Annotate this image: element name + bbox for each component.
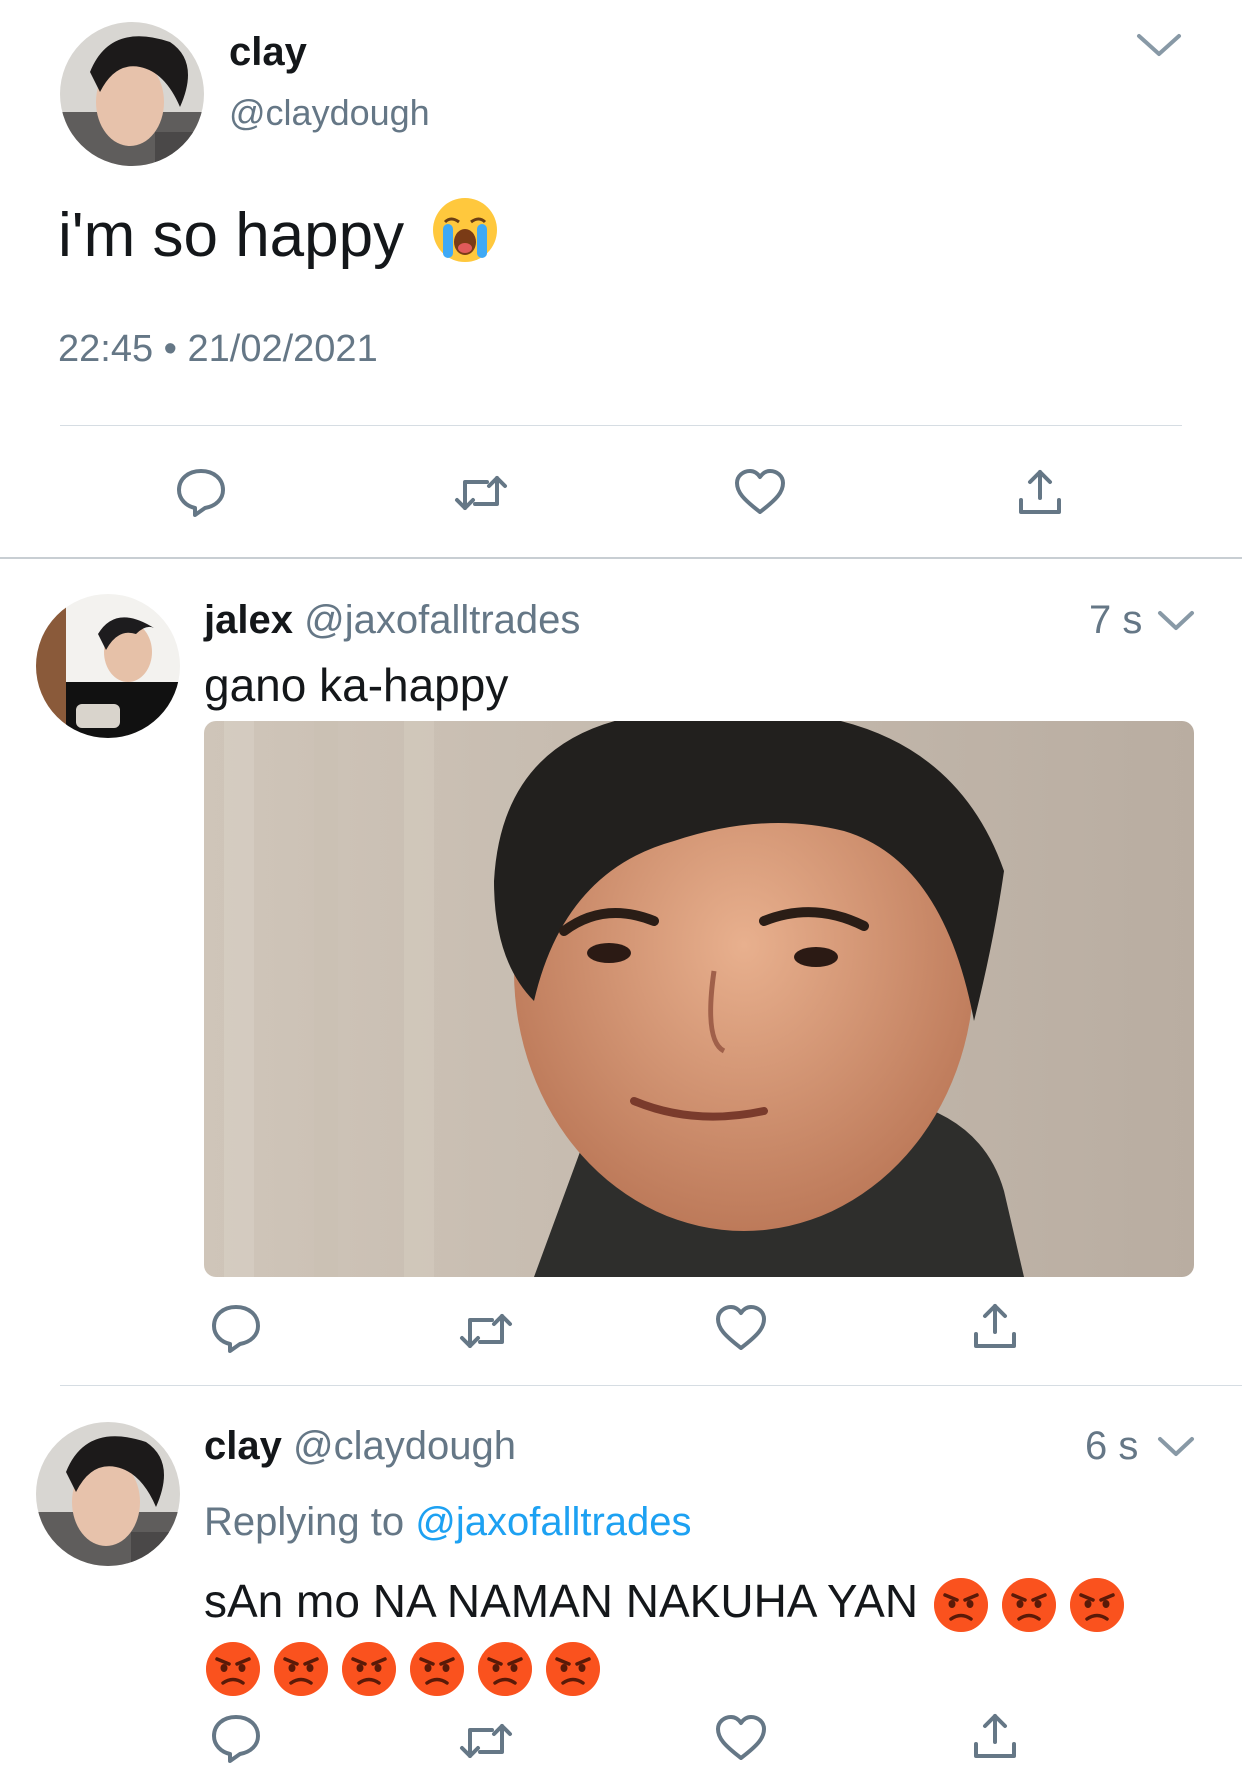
reply-icon[interactable] — [175, 466, 227, 518]
retweet-icon[interactable] — [458, 1308, 514, 1354]
angry-face-icon — [932, 1576, 990, 1634]
like-icon[interactable] — [714, 1714, 768, 1762]
author-name[interactable]: clay — [229, 30, 307, 75]
reply-icon[interactable] — [210, 1302, 262, 1354]
section-divider — [0, 557, 1242, 559]
loudly-crying-face-icon — [431, 196, 499, 264]
tweet-text-body: i'm so happy — [58, 201, 405, 270]
retweet-icon[interactable] — [458, 1718, 514, 1764]
share-icon[interactable] — [972, 1710, 1018, 1762]
relative-time[interactable]: 6 s — [1085, 1424, 1138, 1469]
replying-to-label: Replying to — [204, 1500, 405, 1544]
replying-to-handle-link[interactable]: @jaxofalltrades — [415, 1500, 691, 1544]
author-handle[interactable]: @jaxofalltrades — [304, 598, 580, 642]
avatar-clay[interactable] — [60, 22, 204, 166]
angry-face-icon — [476, 1640, 534, 1698]
avatar-jalex[interactable] — [36, 594, 180, 738]
tweet-text: gano ka-happy — [204, 659, 509, 711]
tweet-text: sAn mo NA NAMAN NAKUHA YAN — [204, 1570, 1194, 1698]
angry-face-icon — [1068, 1576, 1126, 1634]
angry-face-icon — [408, 1640, 466, 1698]
author-handle[interactable]: @claydough — [229, 92, 430, 134]
angry-face-icon — [1000, 1576, 1058, 1634]
author-name[interactable]: jalex — [204, 598, 293, 642]
tweet-text-body: sAn mo NA NAMAN NAKUHA YAN — [204, 1575, 919, 1627]
angry-face-icon — [272, 1640, 330, 1698]
chevron-down-icon[interactable] — [1156, 608, 1196, 634]
tweet-text: i'm so happy — [58, 196, 499, 271]
chevron-down-icon[interactable] — [1135, 30, 1183, 60]
reply-icon[interactable] — [210, 1712, 262, 1764]
share-icon[interactable] — [972, 1300, 1018, 1352]
like-icon[interactable] — [733, 468, 787, 516]
chevron-down-icon[interactable] — [1156, 1434, 1196, 1460]
retweet-icon[interactable] — [453, 470, 509, 516]
like-icon[interactable] — [714, 1304, 768, 1352]
divider — [60, 425, 1182, 426]
relative-time[interactable]: 7 s — [1089, 598, 1142, 643]
divider — [60, 1385, 1242, 1386]
avatar-clay[interactable] — [36, 1422, 180, 1566]
angry-face-icon — [204, 1640, 262, 1698]
replying-to: Replying to @jaxofalltrades — [204, 1500, 692, 1545]
share-icon[interactable] — [1017, 466, 1063, 518]
timestamp[interactable]: 22:45 • 21/02/2021 — [58, 328, 378, 371]
angry-face-icon — [340, 1640, 398, 1698]
author-name[interactable]: clay — [204, 1424, 282, 1468]
angry-face-icon — [544, 1640, 602, 1698]
author-handle[interactable]: @claydough — [293, 1424, 516, 1468]
tweet-media-image[interactable] — [204, 721, 1194, 1277]
